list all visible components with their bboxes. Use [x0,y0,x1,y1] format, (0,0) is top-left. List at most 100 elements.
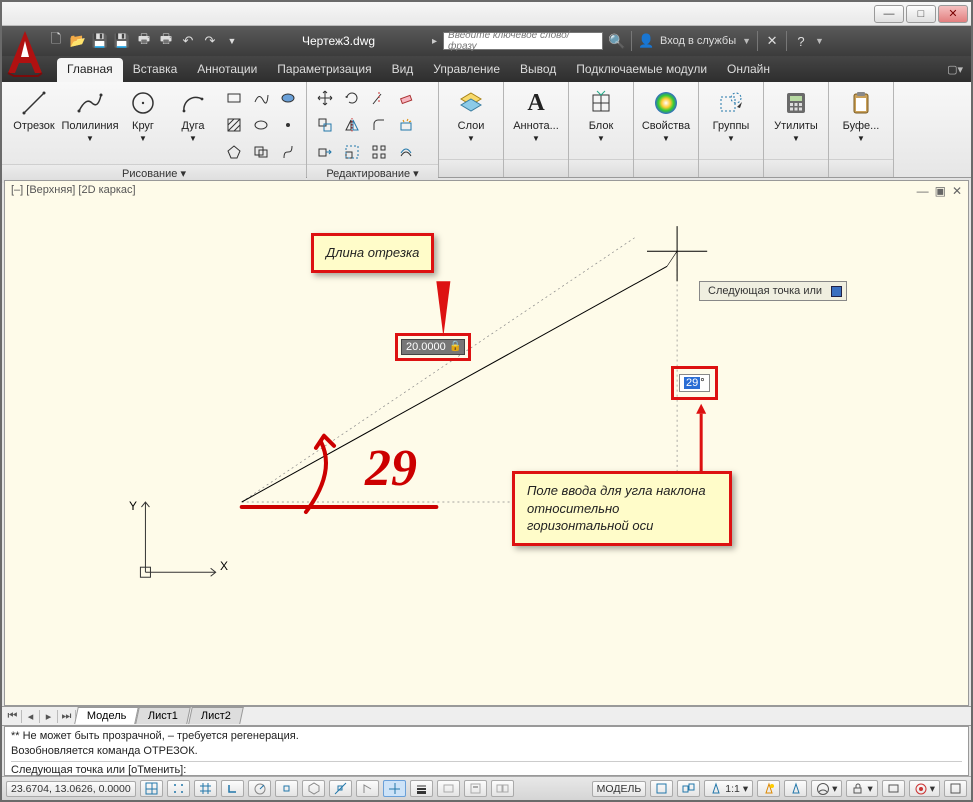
status-coordinates[interactable]: 23.6704, 13.0626, 0.0000 [6,781,136,797]
spline-icon[interactable] [249,86,273,110]
hatch-icon[interactable] [222,113,246,137]
utilities-button[interactable]: Утилиты▼ [770,86,822,159]
array-icon[interactable] [367,140,391,164]
copy-icon[interactable] [313,113,337,137]
status-annoauto[interactable] [784,780,807,797]
search-icon[interactable]: 🔍 [609,33,625,49]
trim-icon[interactable] [367,86,391,110]
status-snap[interactable] [167,780,190,797]
redo-icon[interactable]: ↷ [202,33,218,49]
clipboard-button[interactable]: Буфе...▼ [835,86,887,159]
scale-icon[interactable] [340,140,364,164]
dynamic-length-input[interactable]: 20.0000🔒 [395,333,471,361]
tab-output[interactable]: Вывод [510,58,566,82]
circle-button[interactable]: Круг▼ [120,86,166,164]
status-tpy[interactable] [437,780,460,797]
polyline-button[interactable]: Полилиния▼ [64,86,116,164]
tab-home[interactable]: Главная [57,58,123,82]
app-menu-logo[interactable] [4,27,46,77]
status-toolbar-lock[interactable]: ▾ [846,780,877,797]
line-button[interactable]: Отрезок [8,86,60,164]
status-infer[interactable] [140,780,163,797]
rect-icon[interactable] [222,86,246,110]
ribbon-minimize-icon[interactable]: ▢▾ [947,63,963,76]
exchange-icon[interactable]: ✕ [764,33,780,49]
signin-person-icon[interactable]: 👤 [638,33,654,49]
dynamic-angle-input[interactable]: 29° [671,366,718,400]
minimize-button[interactable]: — [874,5,904,23]
signin-label[interactable]: Вход в службы [660,35,736,47]
tooltip-options-icon[interactable] [831,286,842,297]
tab-model[interactable]: Модель [74,707,139,724]
search-input[interactable]: Введите ключевое слово/фразу [443,32,603,50]
tab-plugins[interactable]: Подключаемые модули [566,58,717,82]
tab-nav-next[interactable]: ▸ [40,710,58,723]
signin-dropdown-icon[interactable]: ▼ [742,36,751,46]
status-osnap[interactable] [275,780,298,797]
status-ws[interactable]: ▾ [811,780,842,797]
explode-icon[interactable] [394,113,418,137]
arc-button[interactable]: Дуга▼ [170,86,216,164]
print-icon[interactable]: 🖶 [136,33,152,49]
tab-nav-last[interactable]: ⏭ [58,710,76,723]
layers-button[interactable]: Слои▼ [445,86,497,159]
tab-layout1[interactable]: Лист1 [136,707,192,724]
tab-online[interactable]: Онлайн [717,58,780,82]
command-tooltip[interactable]: Следующая точка или [699,281,847,301]
status-3dosnap[interactable] [302,780,325,797]
tab-view[interactable]: Вид [382,58,424,82]
stretch-icon[interactable] [313,140,337,164]
plot-icon[interactable]: 🖶 [158,33,174,49]
tab-layout2[interactable]: Лист2 [188,707,244,724]
saveas-icon[interactable]: 💾 [114,33,130,49]
tab-insert[interactable]: Вставка [123,58,188,82]
annotation-button[interactable]: AАннота...▼ [510,86,562,159]
fillet-icon[interactable] [367,113,391,137]
undo-icon[interactable]: ↶ [180,33,196,49]
offset-icon[interactable] [394,140,418,164]
tab-annotate[interactable]: Аннотации [187,58,267,82]
status-quickview-dwg[interactable] [677,780,700,797]
tab-manage[interactable]: Управление [423,58,510,82]
tab-parametric[interactable]: Параметризация [267,58,381,82]
polygon-icon[interactable] [222,140,246,164]
save-icon[interactable]: 💾 [92,33,108,49]
help-icon[interactable]: ? [793,33,809,49]
help-dropdown-icon[interactable]: ▼ [815,36,824,46]
erase-icon[interactable] [394,86,418,110]
move-icon[interactable] [313,86,337,110]
status-grid[interactable] [194,780,217,797]
point-icon[interactable] [276,113,300,137]
helix-icon[interactable] [276,140,300,164]
command-line[interactable]: ** Не может быть прозрачной, – требуется… [4,726,969,776]
groups-button[interactable]: Группы▼ [705,86,757,159]
status-model-space[interactable]: МОДЕЛЬ [592,781,647,797]
tab-nav-first[interactable]: ⏮ [4,710,22,723]
status-ducs[interactable] [356,780,379,797]
search-chevron-icon[interactable]: ▸ [432,36,437,47]
close-button[interactable]: ✕ [938,5,968,23]
status-dyn[interactable] [383,780,406,797]
drawing-canvas[interactable]: [–] [Верхняя] [2D каркас] — ▣ ✕ [4,180,969,706]
status-lwt[interactable] [410,780,433,797]
status-otrack[interactable] [329,780,352,797]
status-annoscale-icon[interactable]: 1:1 ▾ [704,780,753,797]
status-ortho[interactable] [221,780,244,797]
maximize-button[interactable]: □ [906,5,936,23]
open-icon[interactable]: 📂 [70,33,86,49]
tab-nav-prev[interactable]: ◂ [22,710,40,723]
ellipse-icon[interactable] [249,113,273,137]
block-button[interactable]: Блок▼ [575,86,627,159]
status-sc[interactable] [491,780,514,797]
new-icon[interactable]: 🗋 [48,33,64,49]
status-hardware-accel[interactable] [882,780,905,797]
status-cleanscreen[interactable] [944,780,967,797]
status-annovis[interactable] [757,780,780,797]
properties-button[interactable]: Свойства▼ [640,86,692,159]
ellipse-fill-icon[interactable] [276,86,300,110]
status-polar[interactable] [248,780,271,797]
rotate-icon[interactable] [340,86,364,110]
status-layout-quick[interactable] [650,780,673,797]
status-qp[interactable] [464,780,487,797]
status-isolate[interactable]: ▾ [909,780,940,797]
